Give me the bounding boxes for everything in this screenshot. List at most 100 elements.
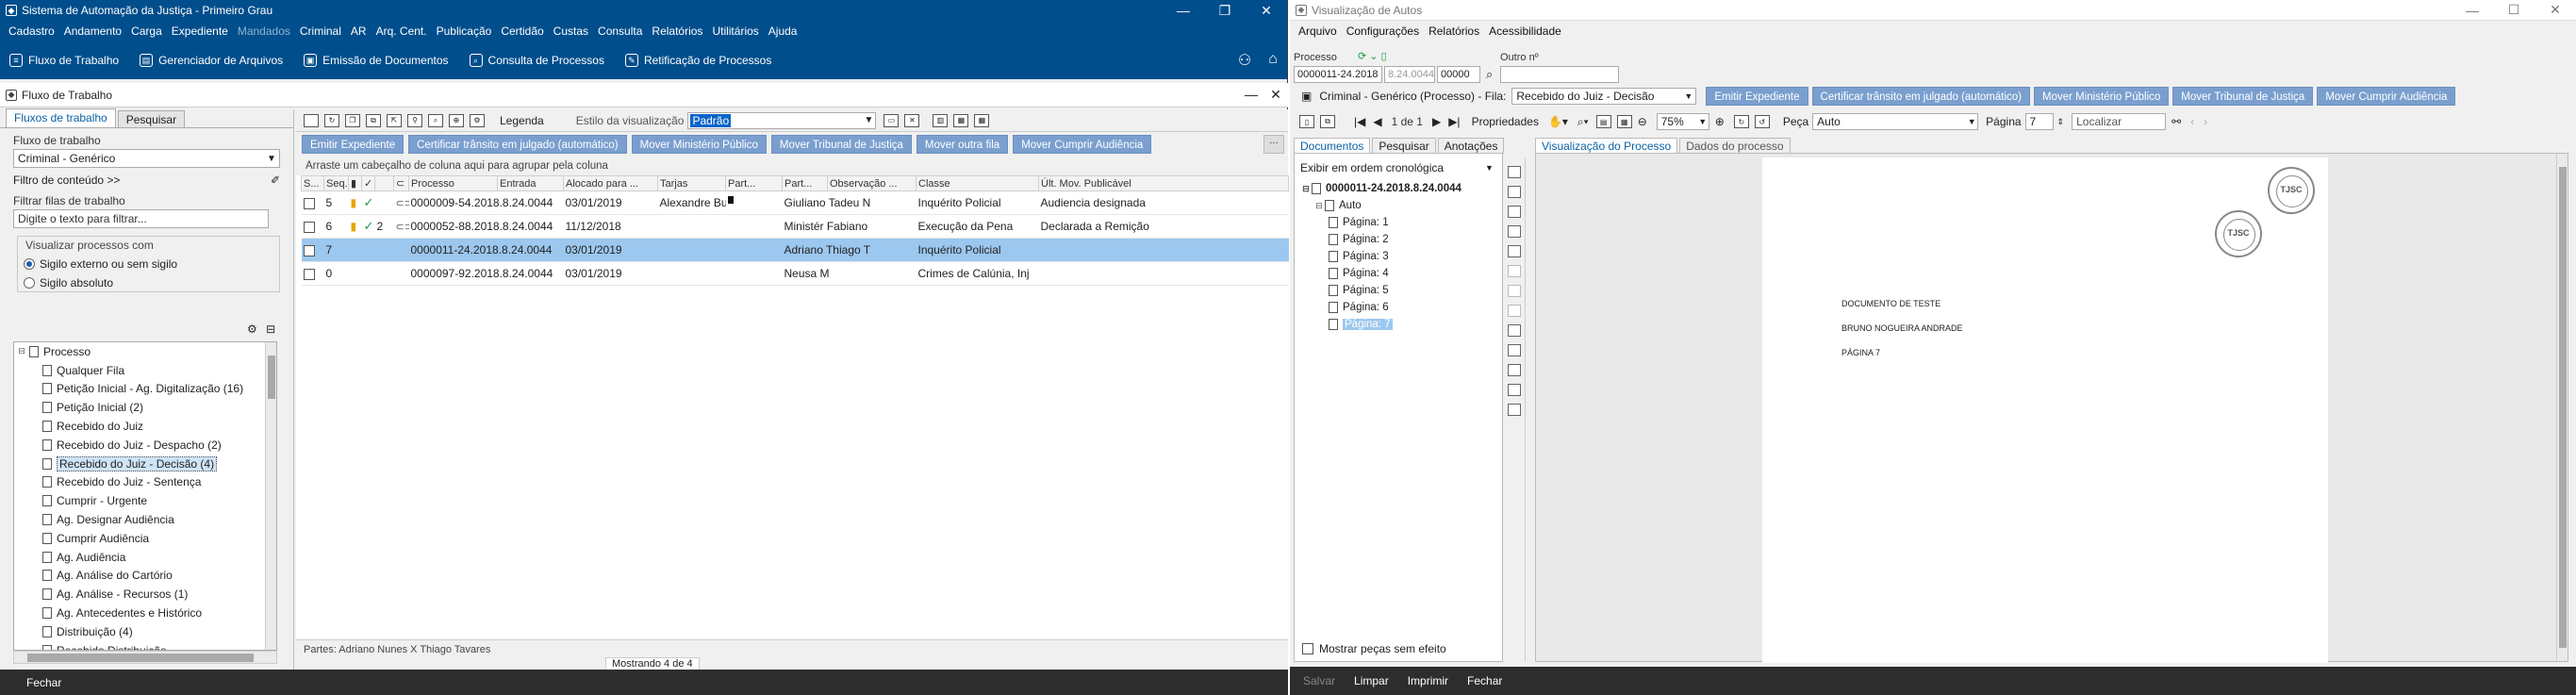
cell-processo[interactable]: 0000011-24.2018.8.24.0044 [408, 238, 564, 262]
zoom-out-icon[interactable]: ⊖ [1638, 115, 1647, 128]
queue-tree-item[interactable]: Recebido do Juiz - Decisão (4) [14, 455, 276, 473]
grid-layout-icon[interactable]: ▦ [974, 113, 990, 127]
tree-root[interactable]: ⊟ Processo [14, 342, 276, 361]
queue-tree-item[interactable]: Qualquer Fila [14, 361, 276, 380]
restore-icon[interactable]: ❐ [1204, 0, 1246, 21]
menu-relatorios[interactable]: Relatórios [647, 25, 707, 38]
localizar-input[interactable]: Localizar [2072, 113, 2167, 130]
menu-arq-cent[interactable]: Arq. Cent. [372, 25, 432, 38]
row-checkbox[interactable] [303, 197, 315, 209]
menu-publicacao[interactable]: Publicação [432, 25, 497, 38]
highlight-icon[interactable] [1507, 285, 1521, 297]
col-parte-1[interactable]: Part... [725, 175, 783, 191]
copy-icon[interactable]: ❐ [345, 113, 360, 127]
menu-carga[interactable]: Carga [126, 25, 167, 38]
fluxo-select[interactable]: Criminal - Genérico ▼ [13, 149, 280, 168]
doc-tree-root[interactable]: ⊟ 0000011-24.2018.8.24.0044 [1295, 180, 1502, 197]
tab-pesquisar[interactable]: Pesquisar [1372, 138, 1436, 154]
col-flag[interactable]: ▮ [348, 175, 362, 191]
legend-button[interactable]: Legenda [500, 114, 544, 127]
col-num[interactable] [374, 175, 394, 191]
doc-page-item[interactable]: Página: 4 [1295, 265, 1502, 282]
duplicate-icon[interactable]: ⧉ [366, 113, 381, 127]
emitir-expediente-button[interactable]: Emitir Expediente [302, 135, 405, 154]
binoculars-icon[interactable]: ⚯ [2171, 115, 2181, 128]
page-icon[interactable] [1507, 166, 1521, 178]
col-classe[interactable]: Classe [916, 175, 1039, 191]
doc-page-item[interactable]: Página: 1 [1295, 214, 1502, 231]
queue-tree-item[interactable]: Recebido do Juiz - Sentença [14, 473, 276, 492]
refresh-icon[interactable]: ⟳ ⌄ ▯ [1358, 50, 1387, 62]
menu-cadastro[interactable]: Cadastro [4, 25, 59, 38]
tree-horizontal-scrollbar[interactable] [13, 651, 277, 664]
zoom-tool-icon[interactable]: ⌕▾ [1577, 115, 1589, 129]
table-row[interactable]: 7 0000011-24.2018.8.24.0044 03/01/2019 Adri… [301, 238, 1289, 262]
col-entrada[interactable]: Entrada [497, 175, 564, 191]
menu-utilitarios[interactable]: Utilitários [707, 25, 763, 38]
menu-configuracoes[interactable]: Configurações [1342, 25, 1424, 38]
queue-tree-item[interactable]: Cumprir Audiência [14, 529, 276, 548]
queue-tree-item[interactable]: Ag. Designar Audiência [14, 510, 276, 529]
fila-select[interactable]: Recebido do Juiz - Decisão ▼ [1511, 88, 1697, 105]
queue-tree-item[interactable]: Petição Inicial (2) [14, 398, 276, 417]
find-prev-icon[interactable]: ‹ [2190, 115, 2194, 128]
processo-origin-field[interactable]: 00000 [1437, 66, 1480, 83]
mover-ministerio-publico-button[interactable]: Mover Ministério Público [2034, 87, 2170, 106]
fit-width-icon[interactable]: ▦ [1616, 115, 1632, 128]
viewer-scrollbar[interactable] [2556, 154, 2568, 661]
fechar-button[interactable]: Fechar [1467, 674, 1502, 687]
quick-retificacao-processos[interactable]: ✎ Retificação de Processos [624, 54, 771, 67]
doc-page-item[interactable]: Página: 3 [1295, 248, 1502, 265]
quick-consulta-processos[interactable]: ⌕ Consulta de Processos [469, 54, 604, 67]
zoom-icon[interactable]: ⊕ [449, 113, 464, 127]
edit-icon[interactable] [1507, 305, 1521, 317]
tab-visualizacao-processo[interactable]: Visualização do Processo [1535, 138, 1678, 154]
table-row[interactable]: 0 0000097-92.2018.8.24.0044 03/01/2019 Neus… [301, 261, 1289, 286]
document-viewer[interactable]: TJSC TJSC DOCUMENTO DE TESTE BRUNO NOGUE… [1535, 153, 2568, 663]
fechar-button[interactable]: Fechar [26, 676, 61, 689]
prev-page-icon[interactable]: ◀ [1373, 115, 1381, 128]
queue-tree-item[interactable]: Distribuição (4) [14, 622, 276, 641]
add-icon[interactable] [1507, 344, 1521, 356]
limpar-button[interactable]: Limpar [1354, 674, 1389, 687]
estilo-select[interactable]: Padrão ▼ [687, 111, 877, 129]
collapse-node-icon[interactable]: ⊟ [1300, 184, 1312, 194]
menu-acessibilidade[interactable]: Acessibilidade [1484, 25, 1566, 38]
subwindow-minimize-icon[interactable]: — [1239, 87, 1263, 103]
menu-expediente[interactable]: Expediente [167, 25, 233, 38]
maximize-icon[interactable]: ☐ [2493, 0, 2535, 20]
queue-tree-item[interactable]: Recebido Distribuição [14, 641, 276, 650]
quick-emissao-documentos[interactable]: ▣ Emissão de Documentos [304, 54, 449, 67]
refresh-icon[interactable]: ↻ [324, 113, 339, 127]
imprimir-button[interactable]: Imprimir [1408, 674, 1448, 687]
col-observacao[interactable]: Observação ... [827, 175, 916, 191]
split-view-icon[interactable]: ⧉ [1320, 115, 1335, 128]
doc-page-item[interactable]: Página: 6 [1295, 299, 1502, 316]
row-checkbox[interactable] [303, 244, 315, 256]
users-icon[interactable]: ⚇ [1230, 51, 1259, 70]
queue-tree-item[interactable]: Ag. Análise - Recursos (1) [14, 585, 276, 604]
salvar-button[interactable]: Salvar [1303, 674, 1335, 687]
order-select[interactable]: Exibir em ordem cronológica ▼ [1300, 159, 1496, 176]
certificar-transito-button[interactable]: Certificar trânsito em julgado (automáti… [1811, 87, 2030, 106]
row-checkbox[interactable] [303, 268, 315, 280]
delete-style-icon[interactable]: ✕ [904, 113, 920, 127]
doc-tree-auto[interactable]: ⊟ Auto [1295, 197, 1502, 214]
annotate-icon[interactable] [1507, 265, 1521, 277]
filtro-conteudo-toggle[interactable]: Filtro de conteúdo >> [13, 174, 120, 187]
save-style-icon[interactable]: ▭ [883, 113, 900, 127]
doc-page-item[interactable]: Página: 2 [1295, 231, 1502, 248]
mover-outra-fila-button[interactable]: Mover outra fila [916, 135, 1009, 154]
propriedades-button[interactable]: Propriedades [1472, 115, 1539, 128]
settings-icon[interactable]: ⚙ [470, 113, 485, 127]
emitir-expediente-button[interactable]: Emitir Expediente [1706, 87, 1808, 106]
filter-queues-input[interactable]: Digite o texto para filtrar... [13, 209, 269, 228]
page-spinner-icon[interactable]: ⇕ [2057, 117, 2065, 127]
rotate-icon[interactable]: ↻ [1733, 115, 1749, 128]
cell-processo[interactable]: 0000097-92.2018.8.24.0044 [408, 261, 564, 286]
menu-relatorios[interactable]: Relatórios [1424, 25, 1484, 38]
queue-tree-item[interactable]: Petição Inicial - Ag. Digitalização (16) [14, 380, 276, 399]
users-icon[interactable] [1507, 245, 1521, 257]
menu-custas[interactable]: Custas [549, 25, 593, 38]
zoom-select[interactable]: 75% ▼ [1656, 113, 1709, 130]
